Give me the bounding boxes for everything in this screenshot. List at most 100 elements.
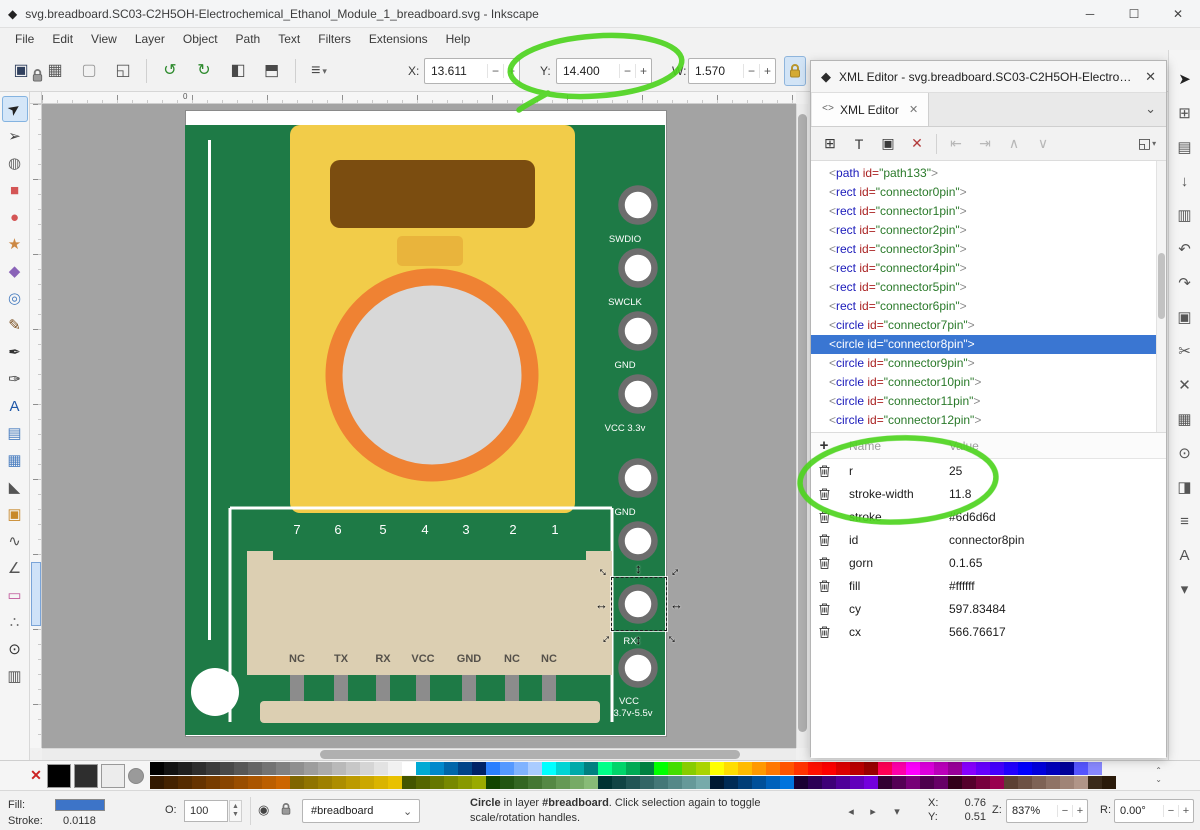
palette-swatch[interactable] bbox=[1032, 776, 1046, 789]
palette-swatch[interactable] bbox=[430, 776, 444, 789]
w-input[interactable]: 1.570 − + bbox=[688, 58, 776, 84]
xml-node-connector11pin[interactable]: <circle id="connector11pin"> bbox=[811, 392, 1166, 411]
pages-tool[interactable]: ▥ bbox=[2, 663, 28, 689]
vertical-scrollbar-thumb[interactable] bbox=[798, 114, 807, 732]
w-decrement-button[interactable]: − bbox=[743, 64, 759, 78]
palette-swatch[interactable] bbox=[626, 776, 640, 789]
delete-attribute-button[interactable] bbox=[811, 534, 837, 546]
drawing-canvas[interactable]: 7 6 5 4 3 2 1 NC TX RX VCC GND NC NC bbox=[42, 104, 796, 748]
palette-swatch[interactable] bbox=[570, 762, 584, 775]
attribute-row-stroke-width[interactable]: stroke-width11.8 bbox=[811, 482, 1166, 505]
palette-swatch[interactable] bbox=[178, 762, 192, 775]
palette-swatch[interactable] bbox=[962, 762, 976, 775]
opacity-input[interactable]: 100 bbox=[184, 800, 228, 822]
palette-swatch[interactable] bbox=[1046, 776, 1060, 789]
menu-edit[interactable]: Edit bbox=[43, 28, 82, 50]
palette-swatch[interactable] bbox=[724, 762, 738, 775]
palette-swatch[interactable] bbox=[878, 776, 892, 789]
zoom-tool[interactable]: ⊙ bbox=[2, 636, 28, 662]
palette-swatch[interactable] bbox=[640, 776, 654, 789]
palette-swatch[interactable] bbox=[402, 776, 416, 789]
palette-swatch[interactable] bbox=[654, 762, 668, 775]
connector-tool[interactable]: ∿ bbox=[2, 528, 28, 554]
new-document-icon[interactable]: ⊞ bbox=[1172, 100, 1198, 126]
palette-swatch[interactable] bbox=[374, 776, 388, 789]
dark-swatch[interactable] bbox=[74, 764, 98, 788]
palette-swatch[interactable] bbox=[766, 776, 780, 789]
palette-swatch[interactable] bbox=[990, 776, 1004, 789]
selector-tool[interactable]: ➤ bbox=[2, 96, 28, 122]
menu-view[interactable]: View bbox=[82, 28, 126, 50]
palette-swatch[interactable] bbox=[1018, 776, 1032, 789]
palette-swatch[interactable] bbox=[878, 762, 892, 775]
palette-swatch[interactable] bbox=[178, 776, 192, 789]
attribute-row-id[interactable]: idconnector8pin bbox=[811, 528, 1166, 551]
palette-swatch[interactable] bbox=[598, 762, 612, 775]
unindent-node-button[interactable]: ⇤ bbox=[943, 131, 969, 157]
palette-swatch[interactable] bbox=[710, 776, 724, 789]
lock-ratio-button[interactable] bbox=[784, 56, 806, 86]
attribute-row-stroke[interactable]: stroke#6d6d6d bbox=[811, 505, 1166, 528]
menu-path[interactable]: Path bbox=[227, 28, 270, 50]
palette-swatch[interactable] bbox=[640, 762, 654, 775]
palette-swatch[interactable] bbox=[262, 776, 276, 789]
palette-swatch[interactable] bbox=[836, 776, 850, 789]
delete-icon[interactable]: ✕ bbox=[1172, 372, 1198, 398]
palette-swatch[interactable] bbox=[416, 762, 430, 775]
zoom-decrement-button[interactable]: − bbox=[1057, 805, 1072, 817]
palette-swatch[interactable] bbox=[458, 776, 472, 789]
palette-swatch[interactable] bbox=[906, 762, 920, 775]
palette-swatch[interactable] bbox=[346, 776, 360, 789]
palette-swatch[interactable] bbox=[682, 762, 696, 775]
palette-swatch[interactable] bbox=[444, 776, 458, 789]
palette-swatch[interactable] bbox=[150, 762, 164, 775]
rotation-increment-button[interactable]: + bbox=[1178, 805, 1193, 817]
palette-swatch[interactable] bbox=[360, 776, 374, 789]
palette-swatch[interactable] bbox=[1102, 776, 1116, 789]
palette-swatch[interactable] bbox=[1032, 762, 1046, 775]
palette-swatch[interactable] bbox=[1004, 762, 1018, 775]
palette-swatch[interactable] bbox=[1088, 762, 1102, 775]
tree-scrollbar-thumb[interactable] bbox=[1158, 253, 1165, 319]
palette-swatch[interactable] bbox=[528, 762, 542, 775]
y-decrement-button[interactable]: − bbox=[619, 64, 635, 78]
delete-attribute-button[interactable] bbox=[811, 580, 837, 592]
menu-filters[interactable]: Filters bbox=[309, 28, 360, 50]
text-dialog-icon[interactable]: A bbox=[1172, 542, 1198, 568]
spray-tool[interactable]: ∴ bbox=[2, 609, 28, 635]
text-tool[interactable]: A bbox=[2, 393, 28, 419]
palette-swatch[interactable] bbox=[542, 776, 556, 789]
xml-node-connector5pin[interactable]: <rect id="connector5pin"> bbox=[811, 278, 1166, 297]
xml-node-connector9pin[interactable]: <circle id="connector9pin"> bbox=[811, 354, 1166, 373]
layers-dialog-icon[interactable]: ≡ bbox=[1172, 508, 1198, 534]
menu-layer[interactable]: Layer bbox=[126, 28, 174, 50]
y-input[interactable]: 14.400 − + bbox=[556, 58, 652, 84]
ellipse-tool[interactable]: ● bbox=[2, 204, 28, 230]
selection-marquee[interactable]: ↔ ↔ ↔ ↔ ↕ ↕ ↔ ↔ bbox=[611, 577, 667, 631]
palette-swatch[interactable] bbox=[290, 762, 304, 775]
palette-swatch[interactable] bbox=[514, 776, 528, 789]
x-increment-button[interactable]: + bbox=[503, 64, 519, 78]
palette-swatch[interactable] bbox=[500, 776, 514, 789]
palette-swatch[interactable] bbox=[738, 762, 752, 775]
duplicate-node-button[interactable]: ▣ bbox=[875, 131, 901, 157]
palette-swatch[interactable] bbox=[360, 762, 374, 775]
fill-swatch[interactable] bbox=[55, 799, 105, 811]
tab-close-button[interactable]: ✕ bbox=[909, 103, 918, 116]
palette-scroll-down[interactable]: ⌄ bbox=[1155, 776, 1162, 785]
palette-swatch[interactable] bbox=[486, 776, 500, 789]
palette-swatch[interactable] bbox=[542, 762, 556, 775]
node-tool[interactable]: ➢ bbox=[2, 123, 28, 149]
palette-swatch[interactable] bbox=[976, 762, 990, 775]
palette-swatch[interactable] bbox=[500, 762, 514, 775]
close-button[interactable]: ✕ bbox=[1156, 0, 1200, 28]
w-increment-button[interactable]: + bbox=[759, 64, 775, 78]
print-icon[interactable]: ▥ bbox=[1172, 202, 1198, 228]
palette-swatch[interactable] bbox=[150, 776, 164, 789]
commands-overflow-icon[interactable]: ▾ bbox=[1172, 576, 1198, 602]
palette-swatch[interactable] bbox=[276, 776, 290, 789]
palette-swatch[interactable] bbox=[388, 776, 402, 789]
tree-scrollbar[interactable] bbox=[1156, 161, 1166, 433]
palette-swatch[interactable] bbox=[206, 776, 220, 789]
palette-swatch[interactable] bbox=[304, 776, 318, 789]
